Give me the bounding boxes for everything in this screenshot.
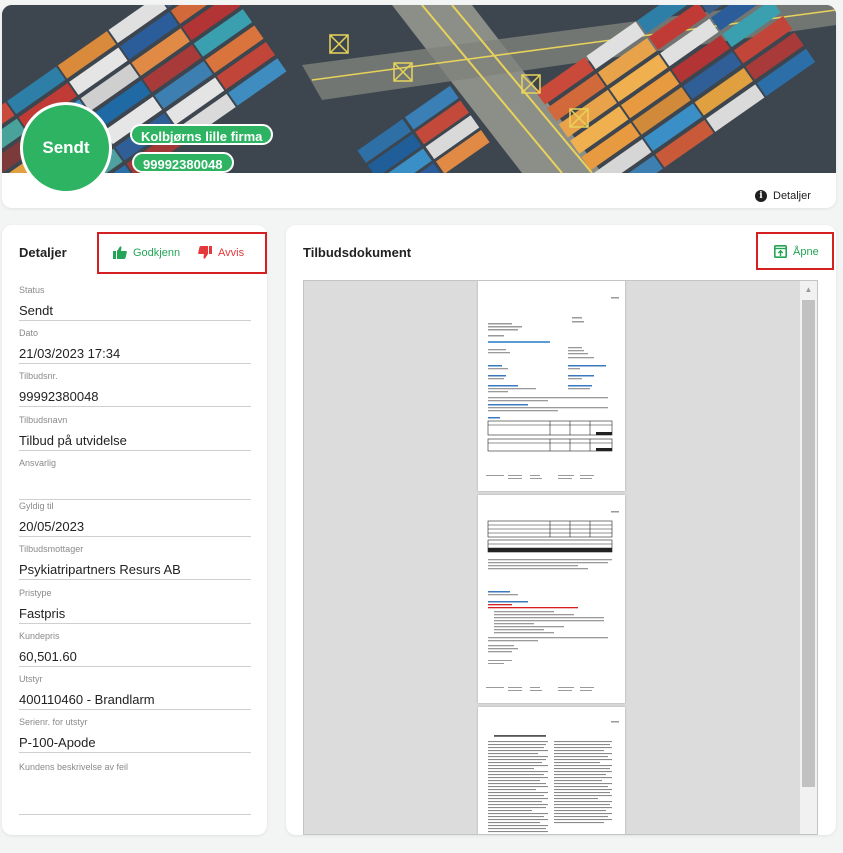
field-date: Dato 21/03/2023 17:34 <box>19 328 251 364</box>
viewer-scrollbar[interactable]: ▲ <box>800 281 817 834</box>
tab-details-label: Detaljer <box>773 189 811 202</box>
open-button[interactable]: Åpne <box>774 245 819 258</box>
field-value: Psykiatripartners Resurs AB <box>19 562 181 577</box>
pdf-page-thumbnail <box>478 281 625 491</box>
field-label: Utstyr <box>19 674 43 684</box>
scroll-thumb[interactable] <box>802 300 815 787</box>
status-badge-label: Sendt <box>42 138 90 157</box>
scroll-up-arrow-icon[interactable]: ▲ <box>800 281 817 298</box>
field-value <box>19 476 251 499</box>
field-price-type: Pristype Fastpris <box>19 588 251 624</box>
field-value: 60,501.60 <box>19 649 77 664</box>
document-panel: Tilbudsdokument Åpne ▲ <box>286 225 836 835</box>
document-title: Tilbudsdokument <box>303 245 412 260</box>
open-action: Åpne <box>756 232 834 270</box>
open-button-label: Åpne <box>793 245 819 258</box>
field-label: Kundepris <box>19 631 60 641</box>
field-value: 20/05/2023 <box>19 519 85 534</box>
field-label: Tilbudsnr. <box>19 371 58 381</box>
field-value <box>19 780 251 814</box>
tab-details[interactable]: i Detaljer <box>755 181 821 208</box>
field-label: Kundens beskrivelse av feil <box>19 762 129 772</box>
field-value: Sendt <box>19 303 53 318</box>
field-serial-number: Serienr. for utstyr P-100-Apode <box>19 717 251 753</box>
field-value: Tilbud på utvidelse <box>19 433 127 448</box>
pdf-page-thumbnail <box>478 495 625 703</box>
field-quote-name: Tilbudsnavn Tilbud på utvidelse <box>19 415 251 451</box>
approve-button-label: Godkjenn <box>133 246 181 259</box>
field-label: Dato <box>19 328 39 338</box>
approve-button[interactable]: Godkjenn <box>113 246 180 259</box>
field-value: 21/03/2023 17:34 <box>19 346 121 361</box>
banner-image <box>2 5 836 173</box>
field-label: Status <box>19 285 45 295</box>
field-value: 99992380048 <box>19 389 99 404</box>
company-chip: Kolbjørns lille firma <box>130 124 274 145</box>
field-value: 400110460 - Brandlarm <box>19 692 155 707</box>
phone-chip: 99992380048 <box>132 152 234 173</box>
reject-button-label: Avvis <box>218 246 245 259</box>
field-label: Serienr. for utstyr <box>19 717 88 727</box>
status-badge: Sendt <box>20 102 112 194</box>
field-quote-number: Tilbudsnr. 99992380048 <box>19 371 251 407</box>
field-status: Status Sendt <box>19 285 251 321</box>
field-responsible: Ansvarlig <box>19 458 251 500</box>
field-label: Gyldig til <box>19 501 54 511</box>
field-recipient: Tilbudsmottager Psykiatripartners Resurs… <box>19 544 251 580</box>
info-icon: i <box>755 189 767 202</box>
field-label: Pristype <box>19 588 52 598</box>
field-valid-until: Gyldig til 20/05/2023 <box>19 501 251 537</box>
field-customer-price: Kundepris 60,501.60 <box>19 631 251 667</box>
open-external-icon <box>774 245 787 258</box>
field-label: Tilbudsmottager <box>19 544 84 554</box>
field-label: Ansvarlig <box>19 458 57 468</box>
header-card: Sendt Kolbjørns lille firma 99992380048 … <box>2 5 836 208</box>
field-fault-description: Kundens beskrivelse av feil <box>19 762 251 815</box>
details-title: Detaljer <box>19 245 67 260</box>
details-panel: Detaljer Godkjenn Avvis Status Sendt Dat… <box>2 225 267 835</box>
approval-actions: Godkjenn Avvis <box>97 232 267 274</box>
field-label: Tilbudsnavn <box>19 415 68 425</box>
thumbs-down-icon <box>198 246 212 259</box>
pdf-page-thumbnail <box>478 707 625 834</box>
reject-button[interactable]: Avvis <box>198 246 244 259</box>
field-value: P-100-Apode <box>19 735 96 750</box>
thumbs-up-icon <box>113 246 127 259</box>
field-value: Fastpris <box>19 606 66 621</box>
pdf-viewer[interactable]: ▲ <box>303 280 818 835</box>
field-equipment: Utstyr 400110460 - Brandlarm <box>19 674 251 710</box>
